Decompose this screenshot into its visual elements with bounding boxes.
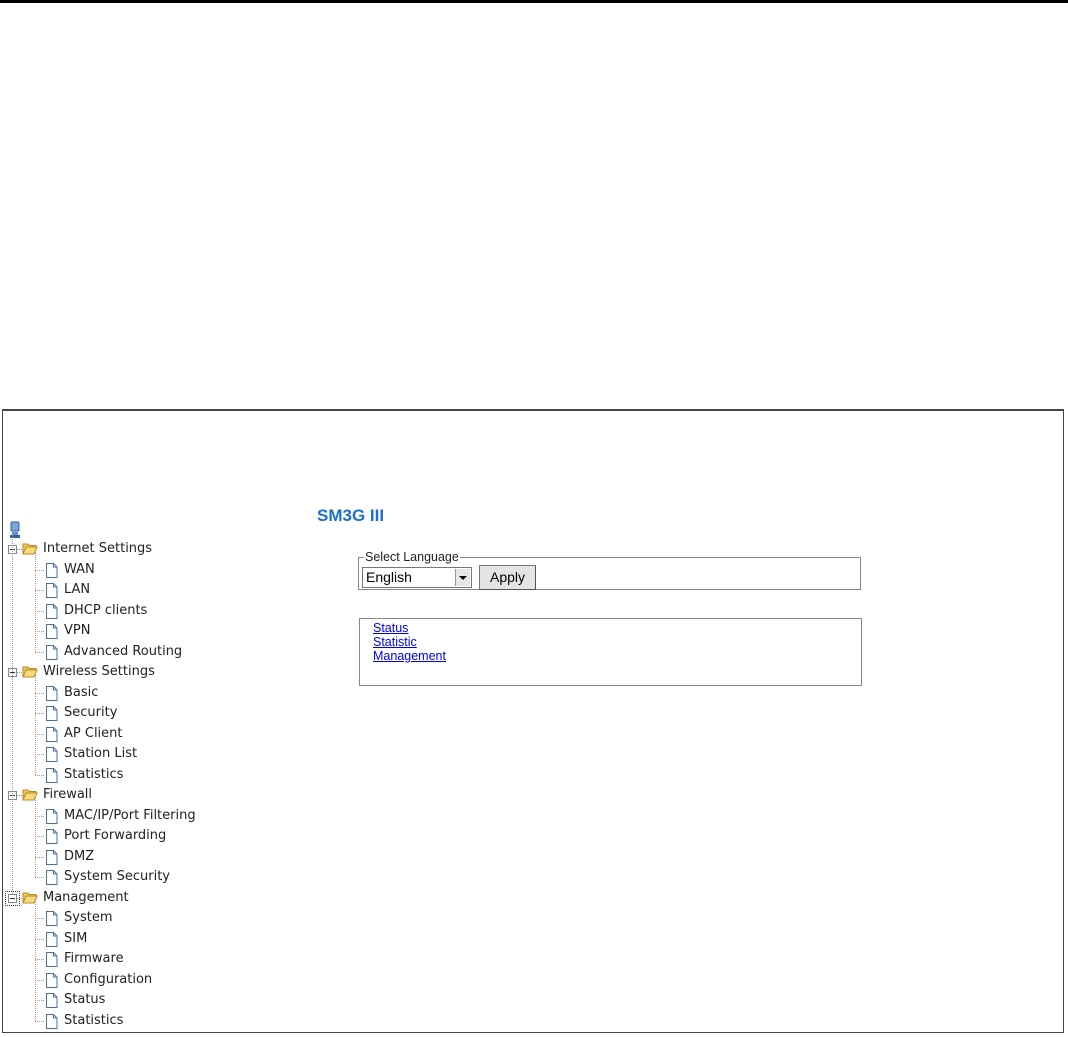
quick-links-box: Status Statistic Management xyxy=(359,618,862,686)
status-link[interactable]: Status xyxy=(373,621,861,635)
tree-item-label[interactable]: Statistics xyxy=(64,1011,123,1031)
tree-item-label[interactable]: WAN xyxy=(64,560,95,580)
tree-connector xyxy=(12,521,13,894)
tree-connector xyxy=(35,979,44,981)
tree-connector xyxy=(35,551,36,652)
tree-item-label[interactable]: LAN xyxy=(64,580,90,600)
tree-connector xyxy=(35,877,44,878)
tree-connector xyxy=(35,569,44,571)
tree-group-label[interactable]: Firewall xyxy=(43,785,92,805)
page-icon xyxy=(46,603,58,619)
page-icon xyxy=(46,931,58,947)
tree-connector xyxy=(35,856,44,858)
tree-connector xyxy=(35,797,36,877)
page-icon xyxy=(46,624,58,639)
language-fieldset: Select Language English Apply xyxy=(358,550,861,590)
router-admin-frame: Internet Settings WAN LAN DHCP clients VPN Ad… xyxy=(2,409,1064,1033)
tree-connector xyxy=(35,590,44,591)
collapse-toggle-icon[interactable] xyxy=(5,890,20,906)
tree-connector xyxy=(35,836,44,837)
tree-item-label[interactable]: Status xyxy=(64,990,105,1010)
apply-button[interactable]: Apply xyxy=(479,565,536,590)
statistic-link[interactable]: Statistic xyxy=(373,635,861,649)
tree-connector xyxy=(35,733,44,735)
tree-item-label[interactable]: System xyxy=(64,908,112,928)
page-icon xyxy=(46,747,58,762)
page-icon xyxy=(46,911,58,926)
tree-connector xyxy=(35,692,44,694)
page-icon xyxy=(46,829,58,844)
network-root-icon xyxy=(10,521,20,538)
page-title: SM3G III xyxy=(317,506,385,525)
tree-connector xyxy=(35,959,44,960)
page-icon xyxy=(46,583,58,598)
tree-connector xyxy=(35,651,44,653)
tree-item-label[interactable]: VPN xyxy=(64,621,90,641)
tree-connector xyxy=(35,938,44,940)
page-icon xyxy=(46,870,58,885)
tree-connector xyxy=(35,1000,44,1001)
tree-connector xyxy=(35,713,44,714)
page-icon xyxy=(46,562,58,578)
tree-item-label[interactable]: Statistics xyxy=(64,765,123,785)
tree-item-label[interactable]: DMZ xyxy=(64,847,94,867)
page-icon xyxy=(46,952,58,967)
chevron-down-icon[interactable] xyxy=(455,569,470,586)
tree-group-label[interactable]: Internet Settings xyxy=(43,539,152,559)
tree-item-label[interactable]: Configuration xyxy=(64,970,152,990)
tree-item-label[interactable]: System Security xyxy=(64,867,170,887)
page-icon xyxy=(46,808,58,824)
tree-item-label[interactable]: Port Forwarding xyxy=(64,826,166,846)
page-icon xyxy=(46,644,58,660)
page-icon xyxy=(46,993,58,1008)
tree-item-label[interactable]: Basic xyxy=(64,683,98,703)
tree-item-label[interactable]: AP Client xyxy=(64,724,123,744)
tree-connector xyxy=(35,1020,44,1022)
tree-connector xyxy=(35,918,44,919)
tree-connector xyxy=(35,815,44,817)
tree-item-label[interactable]: SIM xyxy=(64,929,87,949)
page-icon xyxy=(46,685,58,701)
page-icon xyxy=(46,706,58,721)
tree-connector xyxy=(35,774,44,776)
tree-connector xyxy=(35,900,36,1021)
page-icon xyxy=(46,726,58,742)
language-select[interactable]: English xyxy=(362,567,472,588)
management-link[interactable]: Management xyxy=(373,649,861,663)
tree-item-label[interactable]: Firmware xyxy=(64,949,124,969)
tree-connector xyxy=(35,631,44,632)
language-select-value: English xyxy=(366,569,412,585)
page-icon xyxy=(46,767,58,783)
tree-connector xyxy=(35,674,36,775)
tree-connector xyxy=(35,754,44,755)
tree-item-label[interactable]: Security xyxy=(64,703,117,723)
top-rule xyxy=(0,0,1068,3)
page-icon xyxy=(46,972,58,988)
tree-group-label[interactable]: Wireless Settings xyxy=(43,662,155,682)
tree-item-label[interactable]: Advanced Routing xyxy=(64,642,182,662)
tree-connector xyxy=(35,610,44,612)
page-icon xyxy=(46,849,58,865)
language-legend: Select Language xyxy=(365,550,459,564)
tree-item-label[interactable]: Station List xyxy=(64,744,137,764)
page-icon xyxy=(46,1013,58,1029)
tree-item-label[interactable]: DHCP clients xyxy=(64,601,147,621)
tree-group-label[interactable]: Management xyxy=(43,888,129,908)
tree-item-label[interactable]: MAC/IP/Port Filtering xyxy=(64,806,196,826)
